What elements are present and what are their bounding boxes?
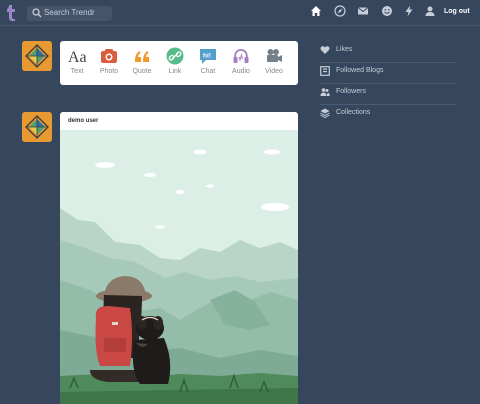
video-camera-icon	[267, 49, 282, 62]
post-type-text[interactable]: Aa Text	[61, 47, 93, 83]
chat-icon: hi!	[200, 49, 216, 64]
person-icon[interactable]	[424, 5, 436, 17]
sidebar-item-label: Likes	[336, 46, 353, 53]
post-type-video[interactable]: Video	[258, 47, 290, 83]
book-icon	[320, 66, 330, 76]
user-avatar[interactable]	[22, 41, 52, 71]
post-type-link[interactable]: Link	[159, 47, 191, 83]
link-icon	[166, 47, 184, 65]
sidebar-item-label: Followed Blogs	[336, 67, 384, 74]
sidebar-item-collections[interactable]: Collections	[320, 106, 456, 126]
trendr-logo[interactable]	[5, 4, 17, 22]
logout-button[interactable]: Log out	[444, 8, 470, 15]
post-type-label: Text	[70, 68, 84, 75]
layers-icon	[320, 108, 330, 118]
camera-icon	[101, 49, 117, 63]
post-type-chat[interactable]: hi! Chat	[192, 47, 224, 83]
compass-icon[interactable]	[334, 5, 346, 17]
search-placeholder: Search Trendr	[44, 8, 95, 17]
post-type-label: Audio	[232, 68, 250, 75]
sidebar-item-label: Followers	[336, 88, 366, 95]
post-type-photo[interactable]: Photo	[93, 47, 125, 83]
svg-text:Aa: Aa	[68, 49, 86, 65]
sidebar-item-label: Collections	[336, 109, 371, 116]
post-username[interactable]: demo user	[68, 118, 98, 124]
smiley-icon[interactable]	[381, 5, 393, 17]
home-icon[interactable]	[310, 5, 322, 17]
svg-text:hi!: hi!	[203, 53, 211, 60]
post-type-quote[interactable]: Quote	[126, 47, 158, 83]
avatar-art	[22, 41, 52, 71]
quote-icon	[135, 51, 149, 62]
headphones-icon	[233, 49, 249, 63]
post-card: demo user	[60, 112, 298, 404]
post-type-label: Photo	[99, 68, 119, 75]
avatar-art	[22, 112, 52, 142]
post-type-label: Chat	[200, 68, 216, 75]
sidebar-item-followers[interactable]: Followers	[320, 85, 456, 105]
top-navigation-bar: Search Trendr Log out	[0, 0, 480, 26]
heart-icon	[320, 46, 330, 54]
post-type-audio[interactable]: Audio	[225, 47, 257, 83]
sidebar-item-followed-blogs[interactable]: Followed Blogs	[320, 64, 456, 84]
lightning-icon[interactable]	[403, 5, 415, 17]
people-icon	[320, 88, 330, 96]
post-illustration[interactable]	[60, 130, 298, 404]
mail-icon[interactable]	[357, 5, 369, 17]
post-composer: Aa Text Photo Quote Link hi! Chat Audio …	[60, 41, 298, 85]
text-icon: Aa	[68, 49, 86, 65]
search-icon	[32, 8, 42, 18]
post-type-label: Link	[168, 68, 182, 75]
post-type-label: Quote	[132, 68, 152, 75]
sidebar-item-likes[interactable]: Likes	[320, 43, 456, 63]
post-type-label: Video	[265, 68, 283, 75]
post-author-avatar[interactable]	[22, 112, 52, 142]
search-box[interactable]: Search Trendr	[27, 6, 112, 21]
